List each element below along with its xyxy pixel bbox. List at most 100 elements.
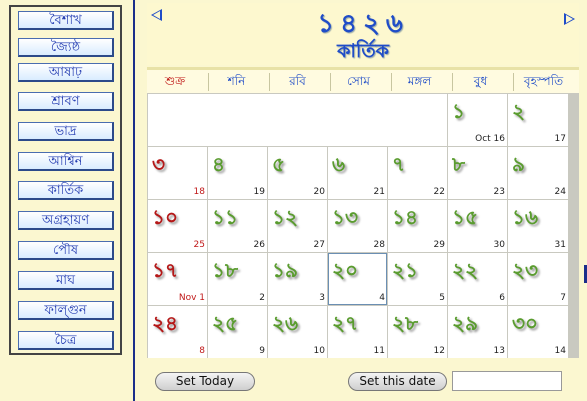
gregorian-date: 21 — [373, 187, 385, 197]
day-cell[interactable]: ৫ 20 — [268, 147, 327, 199]
weekday-label: সোম — [330, 73, 386, 91]
gregorian-date: 27 — [313, 240, 325, 250]
gregorian-date: 12 — [433, 346, 445, 356]
month-button[interactable]: আষাঢ় — [18, 63, 114, 82]
bengali-date: ২০ — [332, 258, 359, 282]
day-cell[interactable]: ২২ 6 — [448, 253, 507, 305]
weekday-header-row: শুক্র শনি রবি সোম মঙ্গল বুধ বৃহস্পতি — [147, 67, 579, 96]
bengali-date: ৬ — [332, 152, 346, 176]
day-cell[interactable]: ৪ 19 — [208, 147, 267, 199]
day-cell[interactable]: ২৫ 9 — [208, 306, 267, 358]
bengali-date: ২ — [512, 99, 526, 123]
gregorian-date: 31 — [554, 240, 566, 250]
day-cell[interactable]: ১৭ Nov 1 — [148, 253, 207, 305]
weekday-label: মঙ্গল — [391, 73, 447, 91]
bengali-date: ৩ — [152, 152, 166, 176]
weekday-label: শনি — [208, 73, 264, 91]
month-button[interactable]: জ্যৈষ্ঠ — [18, 38, 114, 57]
bengali-date: ১৪ — [392, 205, 418, 229]
gregorian-date: 6 — [499, 293, 505, 303]
gregorian-date: 18 — [193, 187, 205, 197]
set-date-button[interactable]: Set this date — [348, 372, 447, 391]
month-button[interactable]: ভাদ্র — [18, 122, 114, 141]
gregorian-date: Nov 1 — [178, 293, 205, 303]
date-input[interactable] — [452, 371, 562, 391]
bengali-date: ৮ — [452, 152, 465, 176]
day-cell[interactable]: ১৯ 3 — [268, 253, 327, 305]
day-cell[interactable]: ৯ 24 — [508, 147, 568, 199]
bengali-date: ১৮ — [212, 258, 238, 282]
day-cell[interactable]: ২১ 5 — [388, 253, 447, 305]
day-cell[interactable]: ১৩ 28 — [328, 200, 387, 252]
gregorian-date: 2 — [259, 293, 265, 303]
bengali-date: ৫ — [272, 152, 285, 176]
day-cell[interactable]: ৭ 22 — [388, 147, 447, 199]
day-cell[interactable]: ১২ 27 — [268, 200, 327, 252]
bengali-date: ১৬ — [512, 205, 538, 229]
bengali-date: ২৮ — [392, 311, 418, 335]
month-button[interactable]: কার্তিক — [18, 181, 114, 200]
gregorian-date: Oct 16 — [475, 134, 505, 144]
day-cell[interactable]: ২০ 4 — [328, 253, 387, 305]
gregorian-date: 8 — [199, 346, 205, 356]
day-cell[interactable]: ১৮ 2 — [208, 253, 267, 305]
blank-area — [148, 94, 447, 146]
month-button[interactable]: পৌষ — [18, 241, 114, 260]
weekday-label: বৃহস্পতি — [513, 73, 573, 91]
bengali-date: ১৭ — [152, 258, 178, 282]
set-today-button[interactable]: Set Today — [155, 372, 255, 391]
month-button[interactable]: বৈশাখ — [18, 11, 114, 30]
weekday-label: বুধ — [452, 73, 508, 91]
day-cell[interactable]: ২৩ 7 — [508, 253, 568, 305]
day-cell[interactable]: ১৬ 31 — [508, 200, 568, 252]
bengali-date: ১০ — [152, 205, 178, 229]
gregorian-date: 28 — [373, 240, 385, 250]
gregorian-date: 11 — [373, 346, 385, 356]
month-button[interactable]: শ্রাবণ — [18, 92, 114, 111]
month-list: বৈশাখ জ্যৈষ্ঠ আষাঢ় শ্রাবণ ভাদ্র আশ্বিন কার্তি… — [9, 5, 122, 355]
bengali-date: ২৩ — [512, 258, 539, 282]
bengali-date: ১২ — [272, 205, 298, 229]
month-button[interactable]: অগ্রহায়ণ — [18, 211, 114, 230]
bengali-date: ৩০ — [512, 311, 539, 335]
month-button[interactable]: চৈত্র — [18, 331, 114, 350]
day-cell[interactable]: ৮ 23 — [448, 147, 507, 199]
day-cell[interactable]: ২৪ 8 — [148, 306, 207, 358]
bengali-date: ২২ — [452, 258, 479, 282]
day-cell[interactable]: ২৮ 12 — [388, 306, 447, 358]
bengali-date: ১৩ — [332, 205, 358, 229]
bengali-date: ১৫ — [452, 205, 478, 229]
day-cell[interactable]: ১ Oct 16 — [448, 94, 507, 146]
next-arrow-icon[interactable] — [564, 13, 575, 25]
bengali-date: ২৫ — [212, 311, 238, 335]
day-cell[interactable]: ৩০ 14 — [508, 306, 568, 358]
bengali-date: ১ — [452, 99, 465, 123]
calendar-header: ১৪২৬ কার্তিক — [147, 3, 579, 65]
month-button[interactable]: আশ্বিন — [18, 152, 114, 171]
gregorian-date: 25 — [193, 240, 205, 250]
day-cell[interactable]: ১১ 26 — [208, 200, 267, 252]
day-cell[interactable]: ২ 17 — [508, 94, 568, 146]
month-button[interactable]: ফাল্গুন — [18, 301, 114, 320]
gregorian-date: 9 — [259, 346, 265, 356]
month-button[interactable]: মাঘ — [18, 271, 114, 290]
bengali-date: ১১ — [212, 205, 238, 229]
gregorian-date: 22 — [433, 187, 445, 197]
gregorian-date: 26 — [253, 240, 265, 250]
gregorian-date: 17 — [554, 134, 566, 144]
bengali-date: ২৯ — [452, 311, 478, 335]
day-cell[interactable]: ৬ 21 — [328, 147, 387, 199]
gregorian-date: 23 — [493, 187, 505, 197]
day-cell[interactable]: ২৬ 10 — [268, 306, 327, 358]
gregorian-date: 13 — [493, 346, 505, 356]
day-cell[interactable]: ৩ 18 — [148, 147, 207, 199]
day-cell[interactable]: ২৯ 13 — [448, 306, 507, 358]
bengali-date: ৭ — [392, 152, 406, 176]
bengali-date: ২৭ — [332, 311, 359, 335]
day-cell[interactable]: ২৭ 11 — [328, 306, 387, 358]
bengali-date: ৯ — [512, 152, 525, 176]
day-cell[interactable]: ১৪ 29 — [388, 200, 447, 252]
day-cell[interactable]: ১০ 25 — [148, 200, 207, 252]
day-cell[interactable]: ১৫ 30 — [448, 200, 507, 252]
gregorian-date: 7 — [560, 293, 566, 303]
